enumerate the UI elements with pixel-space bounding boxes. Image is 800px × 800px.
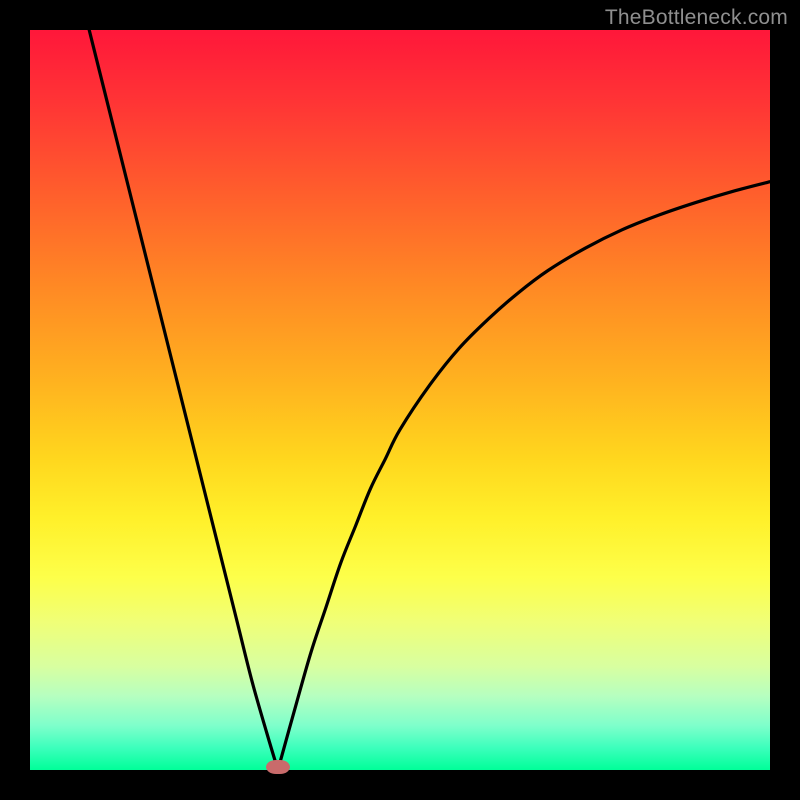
plot-area [30,30,770,770]
watermark-text: TheBottleneck.com [605,6,788,30]
curve-left-branch [89,30,278,770]
curve-right-branch [278,182,770,770]
min-point-marker [266,760,290,774]
bottleneck-curve [30,30,770,770]
chart-figure: TheBottleneck.com [0,0,800,800]
